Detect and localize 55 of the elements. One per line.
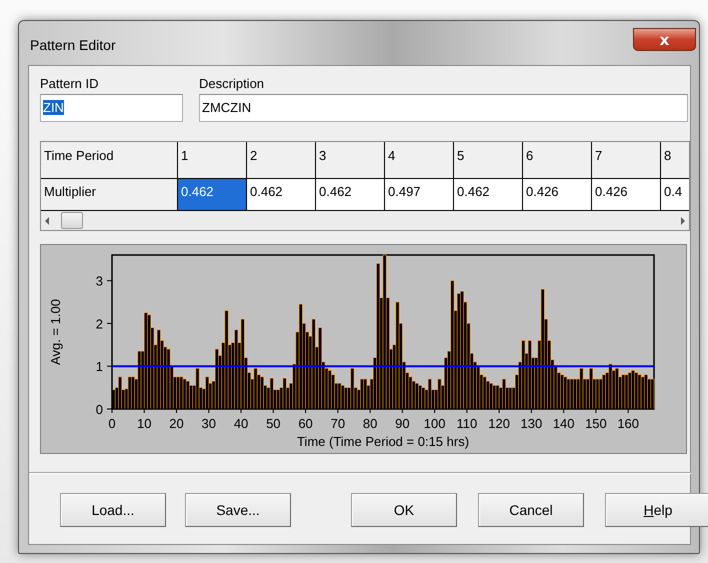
axis-tick-label: 60 bbox=[298, 416, 313, 431]
axis-tick-label: 50 bbox=[266, 416, 281, 431]
axis-tick-label: 10 bbox=[137, 416, 152, 431]
axis-tick-label: 100 bbox=[424, 416, 446, 431]
scroll-thumb[interactable] bbox=[61, 212, 83, 229]
scroll-right-icon[interactable] bbox=[681, 216, 685, 224]
column-header: 2 bbox=[247, 142, 316, 179]
window-title: Pattern Editor bbox=[30, 37, 116, 53]
axis-title: Avg. = 1.00 bbox=[48, 299, 63, 365]
column-header: 5 bbox=[454, 142, 523, 179]
axis-tick-label: 120 bbox=[488, 416, 510, 431]
ok-button[interactable]: OK bbox=[351, 493, 457, 527]
pattern-id-field[interactable]: ZIN bbox=[40, 94, 183, 122]
axis-tick-label: 150 bbox=[585, 416, 607, 431]
save-button[interactable]: Save... bbox=[185, 493, 291, 527]
axis-tick-label: 80 bbox=[362, 416, 378, 431]
column-header: 6 bbox=[523, 142, 592, 179]
load-button[interactable]: Load... bbox=[60, 493, 166, 527]
description-field[interactable]: ZMCZIN bbox=[199, 94, 688, 122]
axis-tick-label: 0 bbox=[96, 402, 103, 417]
axis-tick-label: 2 bbox=[96, 316, 103, 332]
column-header: 1 bbox=[178, 142, 247, 179]
help-button[interactable]: Help bbox=[605, 493, 708, 527]
axis-tick-label: 30 bbox=[202, 416, 216, 431]
axis-tick-label: 40 bbox=[234, 416, 248, 431]
axis-tick-label: 1 bbox=[96, 359, 103, 374]
column-header: 8 bbox=[661, 142, 689, 179]
table-cell[interactable]: 0.426 bbox=[592, 179, 661, 211]
axis-title: Time (Time Period = 0:15 hrs) bbox=[296, 434, 470, 449]
table-cell[interactable]: 0.462 bbox=[247, 179, 316, 211]
column-header: 7 bbox=[592, 142, 661, 179]
axis-tick-label: 3 bbox=[96, 274, 103, 289]
table-cell[interactable]: 0.426 bbox=[523, 179, 592, 211]
horizontal-scrollbar[interactable] bbox=[41, 211, 689, 230]
table-cell[interactable]: 0.462 bbox=[316, 179, 385, 211]
axis-tick-label: 0 bbox=[108, 416, 116, 431]
column-header: 3 bbox=[316, 142, 385, 179]
cancel-button[interactable]: Cancel bbox=[478, 493, 584, 527]
row-header: Multiplier bbox=[41, 179, 178, 211]
axis-tick-label: 110 bbox=[456, 416, 478, 431]
table-cell[interactable]: 0.462 bbox=[178, 179, 247, 211]
axis-tick-label: 20 bbox=[169, 416, 184, 431]
column-header: 4 bbox=[385, 142, 454, 179]
axis-tick-label: 160 bbox=[617, 416, 640, 431]
field-label: Description bbox=[199, 76, 266, 91]
field-label: Pattern ID bbox=[40, 76, 100, 91]
axis-tick-label: 90 bbox=[395, 416, 410, 431]
axis-tick-label: 70 bbox=[330, 416, 346, 431]
scroll-left-icon[interactable] bbox=[45, 216, 49, 224]
table-cell[interactable]: 0.462 bbox=[454, 179, 523, 211]
row-header: Time Period bbox=[41, 142, 178, 179]
close-button[interactable]: x bbox=[633, 28, 696, 51]
axis-tick-label: 140 bbox=[552, 416, 575, 431]
table-cell[interactable]: 0.497 bbox=[385, 179, 454, 211]
axis-tick-label: 130 bbox=[520, 416, 542, 431]
